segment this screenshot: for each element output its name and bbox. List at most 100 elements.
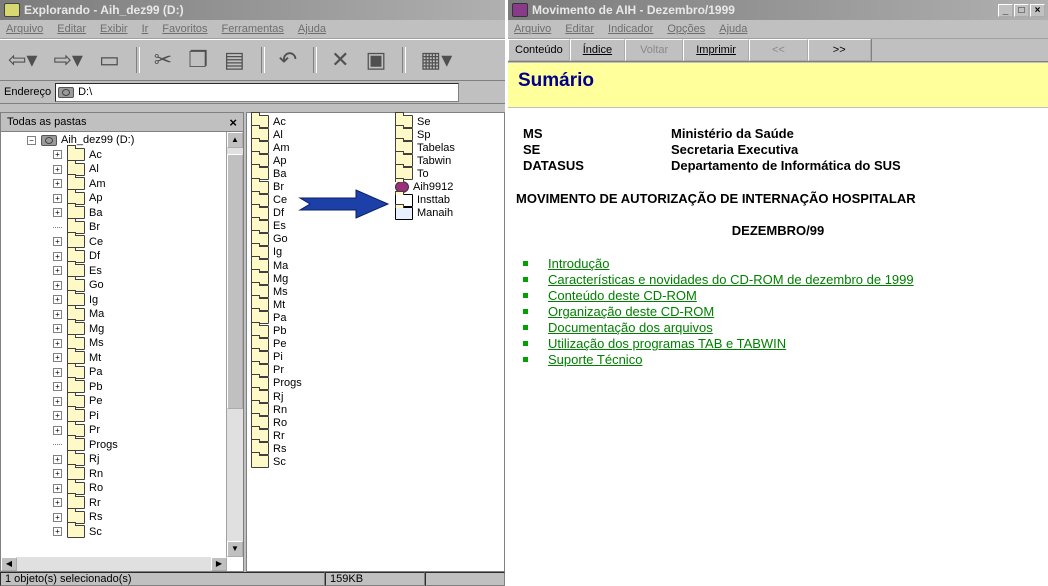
collapse-icon[interactable]: − (27, 135, 36, 145)
expand-icon[interactable]: + (53, 396, 62, 406)
expand-icon[interactable]: + (53, 295, 62, 305)
menu-exibir[interactable]: Exibir (100, 23, 128, 35)
help-menu-editar[interactable]: Editar (565, 23, 594, 35)
delete-icon[interactable]: ✕ (331, 47, 349, 73)
minimize-icon[interactable]: _ (998, 3, 1013, 17)
help-menu-ajuda[interactable]: Ajuda (719, 23, 747, 35)
tree-item[interactable]: + Rn (1, 464, 243, 482)
help-menu-opcoes[interactable]: Opções (667, 23, 705, 35)
menu-ferramentas[interactable]: Ferramentas (222, 23, 284, 35)
tree-item[interactable]: + Df (1, 246, 243, 264)
expand-icon[interactable]: + (53, 382, 62, 392)
menu-arquivo[interactable]: Arquivo (6, 23, 43, 35)
tree-item[interactable]: + Ro (1, 478, 243, 496)
undo-icon[interactable]: ↶ (279, 47, 297, 73)
tree-item[interactable]: + Ms (1, 333, 243, 351)
tree-item[interactable]: + Ma (1, 304, 243, 322)
forward-icon[interactable]: ⇨▾ (53, 47, 82, 73)
expand-icon[interactable]: + (53, 266, 62, 276)
scroll-up-icon[interactable]: ▲ (227, 132, 243, 148)
tree-item[interactable]: + Ac (1, 145, 243, 163)
previous-topic-button[interactable]: << (748, 39, 808, 61)
help-title-bar[interactable]: Movimento de AIH - Dezembro/1999 _ □ × (508, 0, 1048, 20)
expand-icon[interactable]: + (53, 353, 62, 363)
expand-icon[interactable]: + (53, 179, 62, 189)
link-documentacao[interactable]: Documentação dos arquivos (523, 320, 713, 335)
tree-item[interactable]: + Mg (1, 319, 243, 337)
tree-vertical-scrollbar[interactable]: ▲ ▼ (226, 132, 243, 557)
maximize-icon[interactable]: □ (1014, 3, 1029, 17)
link-text[interactable]: Suporte Técnico (548, 352, 642, 367)
tree-item[interactable]: + Ig (1, 290, 243, 308)
conteudo-button[interactable]: Conteúdo (508, 39, 570, 61)
tree-item[interactable]: + Pi (1, 406, 243, 424)
cut-icon[interactable]: ✂ (154, 47, 172, 73)
tree-horizontal-scrollbar[interactable]: ◀ ▶ (1, 557, 227, 571)
tree-item[interactable]: + Pb (1, 377, 243, 395)
next-topic-button[interactable]: >> (807, 39, 871, 61)
scroll-down-icon[interactable]: ▼ (227, 541, 243, 557)
menu-ir[interactable]: Ir (142, 23, 149, 35)
menu-ajuda[interactable]: Ajuda (298, 23, 326, 35)
tree-item[interactable]: + Pe (1, 391, 243, 409)
tree-item[interactable]: Progs (1, 435, 243, 453)
expand-icon[interactable]: + (53, 324, 62, 334)
expand-icon[interactable]: + (53, 367, 62, 377)
scroll-right-icon[interactable]: ▶ (211, 557, 227, 571)
expand-icon[interactable]: + (53, 164, 62, 174)
expand-icon[interactable]: + (53, 150, 62, 160)
voltar-button[interactable]: Voltar (625, 39, 684, 61)
tree-item[interactable]: + Mt (1, 348, 243, 366)
link-caracteristicas[interactable]: Características e novidades do CD-ROM de… (523, 272, 914, 287)
expand-icon[interactable]: + (53, 237, 62, 247)
tree-root[interactable]: − Aih_dez99 (D:) (1, 133, 243, 148)
expand-icon[interactable]: + (53, 208, 62, 218)
file-list-item[interactable]: Manaih (395, 203, 455, 220)
link-text[interactable]: Características e novidades do CD-ROM de… (548, 272, 914, 287)
expand-icon[interactable]: + (53, 483, 62, 493)
link-introducao[interactable]: Introdução (523, 256, 609, 271)
expand-icon[interactable]: + (53, 193, 62, 203)
link-conteudo[interactable]: Conteúdo deste CD-ROM (523, 288, 697, 303)
tree-item[interactable]: + Pa (1, 362, 243, 380)
link-utilizacao[interactable]: Utilização dos programas TAB e TABWIN (523, 336, 786, 351)
tree-item[interactable]: Br (1, 217, 243, 235)
tree-item[interactable]: + Sc (1, 522, 243, 540)
expand-icon[interactable]: + (53, 469, 62, 479)
menu-editar[interactable]: Editar (57, 23, 86, 35)
expand-icon[interactable]: + (53, 411, 62, 421)
address-input[interactable]: D:\ (55, 82, 460, 102)
link-text[interactable]: Introdução (548, 256, 609, 271)
tree-item[interactable]: + Go (1, 275, 243, 293)
copy-icon[interactable]: ❐ (188, 47, 208, 73)
tree-item[interactable]: + Ba (1, 203, 243, 221)
expand-icon[interactable]: + (53, 527, 62, 537)
scroll-thumb[interactable] (227, 154, 243, 409)
tree-item[interactable]: + Al (1, 159, 243, 177)
link-text[interactable]: Conteúdo deste CD-ROM (548, 288, 697, 303)
tree-item[interactable]: + Rs (1, 507, 243, 525)
link-suporte[interactable]: Suporte Técnico (523, 352, 642, 367)
tree-item[interactable]: + Rr (1, 493, 243, 511)
expand-icon[interactable]: + (53, 512, 62, 522)
expand-icon[interactable]: + (53, 454, 62, 464)
help-menu-indicador[interactable]: Indicador (608, 23, 653, 35)
tree-item[interactable]: + Es (1, 261, 243, 279)
tree-item[interactable]: + Ap (1, 188, 243, 206)
close-window-icon[interactable]: × (1030, 3, 1045, 17)
link-organizacao[interactable]: Organização deste CD-ROM (523, 304, 714, 319)
imprimir-button[interactable]: Imprimir (683, 39, 749, 61)
link-text[interactable]: Organização deste CD-ROM (548, 304, 714, 319)
paste-icon[interactable]: ▤ (224, 47, 245, 73)
scroll-left-icon[interactable]: ◀ (1, 557, 17, 571)
expand-icon[interactable]: + (53, 338, 62, 348)
expand-icon[interactable]: + (53, 251, 62, 261)
expand-icon[interactable]: + (53, 498, 62, 508)
indice-button[interactable]: Índice (569, 39, 626, 61)
expand-icon[interactable]: + (53, 280, 62, 290)
properties-icon[interactable]: ▣ (366, 47, 387, 73)
back-icon[interactable]: ⇦▾ (8, 47, 37, 73)
tree-item[interactable]: + Pr (1, 420, 243, 438)
expand-icon[interactable]: + (53, 309, 62, 319)
up-folder-icon[interactable]: ▭ (99, 47, 120, 73)
